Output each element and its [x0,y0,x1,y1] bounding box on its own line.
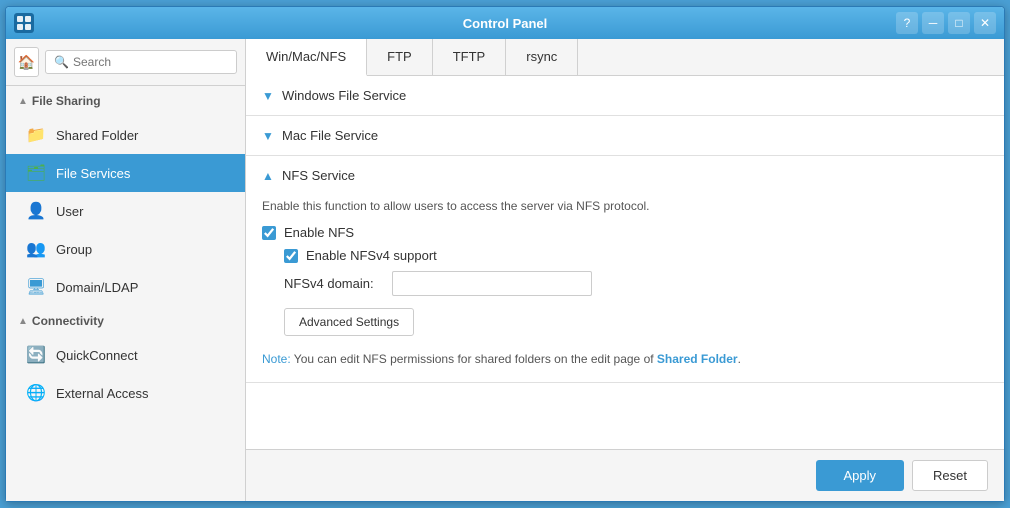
search-icon: 🔍 [54,55,69,69]
enable-nfsv4-label: Enable NFSv4 support [306,248,437,263]
enable-nfsv4-row: Enable NFSv4 support [284,248,988,263]
title-bar: Control Panel ? ─ □ ✕ [6,7,1004,39]
enable-nfsv4-checkbox[interactable] [284,249,298,263]
title-bar-controls: ? ─ □ ✕ [896,12,996,34]
file-sharing-section-header[interactable]: ▲ File Sharing [6,86,245,116]
enable-nfs-label: Enable NFS [284,225,354,240]
nfs-note: Note: You can edit NFS permissions for s… [262,352,988,366]
external-access-label: External Access [56,386,149,401]
note-body: You can edit NFS permissions for shared … [291,352,657,366]
apply-button[interactable]: Apply [816,460,905,491]
nfsv4-domain-label: NFSv4 domain: [284,276,384,291]
mac-file-service-header[interactable]: ▼ Mac File Service [246,116,1004,155]
file-sharing-chevron: ▲ [18,96,28,107]
enable-nfs-checkbox[interactable] [262,226,276,240]
tab-bar: Win/Mac/NFS FTP TFTP rsync [246,39,1004,76]
user-icon: 👤 [26,201,46,221]
windows-expand-icon: ▼ [262,89,276,103]
group-label: Group [56,242,92,257]
close-button[interactable]: ✕ [974,12,996,34]
title-bar-left [14,13,34,33]
quickconnect-label: QuickConnect [56,348,138,363]
sidebar-item-external-access[interactable]: 🌐 External Access [6,374,245,412]
domain-icon: 🖥 [26,277,46,297]
window-title: Control Panel [463,16,548,31]
nfs-service-header[interactable]: ▲ NFS Service [246,156,1004,195]
connectivity-chevron: ▲ [18,316,28,327]
note-label: Note: [262,352,291,366]
note-suffix: . [738,352,741,366]
sidebar-top: 🏠 🔍 [6,39,245,86]
sidebar-item-quickconnect[interactable]: 🔄 QuickConnect [6,336,245,374]
mac-file-service-section: ▼ Mac File Service [246,116,1004,156]
main-panel: Win/Mac/NFS FTP TFTP rsync ▼ Windows Fil… [246,39,1004,501]
nfs-service-title: NFS Service [282,168,355,183]
panel-content: ▼ Windows File Service ▼ Mac File Servic… [246,76,1004,449]
minimize-button[interactable]: ─ [922,12,944,34]
shared-folder-label: Shared Folder [56,128,138,143]
windows-file-service-section: ▼ Windows File Service [246,76,1004,116]
file-services-label: File Services [56,166,130,181]
file-sharing-label: File Sharing [32,94,101,108]
sidebar-item-domain-ldap[interactable]: 🖥 Domain/LDAP [6,268,245,306]
tab-ftp[interactable]: FTP [367,39,433,75]
user-label: User [56,204,83,219]
help-button[interactable]: ? [896,12,918,34]
tab-win-mac-nfs[interactable]: Win/Mac/NFS [246,39,367,76]
nfs-sub-options: Enable NFSv4 support [284,248,988,263]
nfs-service-section: ▲ NFS Service Enable this function to al… [246,156,1004,383]
shared-folder-link[interactable]: Shared Folder [657,352,738,366]
domain-label: Domain/LDAP [56,280,138,295]
tab-tftp[interactable]: TFTP [433,39,507,75]
maximize-button[interactable]: □ [948,12,970,34]
connectivity-label: Connectivity [32,314,104,328]
advanced-settings-button[interactable]: Advanced Settings [284,308,414,336]
control-panel-window: Control Panel ? ─ □ ✕ 🏠 🔍 ▲ File Sharing [5,6,1005,502]
footer: Apply Reset [246,449,1004,501]
file-services-icon: 🗂 [26,163,46,183]
folder-icon: 📁 [26,125,46,145]
nfsv4-domain-row: NFSv4 domain: [284,271,988,296]
connectivity-section-header[interactable]: ▲ Connectivity [6,306,245,336]
search-input[interactable] [73,55,228,69]
mac-expand-icon: ▼ [262,129,276,143]
sidebar-item-group[interactable]: 👥 Group [6,230,245,268]
mac-file-service-title: Mac File Service [282,128,378,143]
quickconnect-icon: 🔄 [26,345,46,365]
search-box: 🔍 [45,50,237,74]
sidebar-item-shared-folder[interactable]: 📁 Shared Folder [6,116,245,154]
nfs-expand-icon: ▲ [262,169,276,183]
windows-file-service-title: Windows File Service [282,88,406,103]
tab-rsync[interactable]: rsync [506,39,578,75]
nfsv4-domain-input[interactable] [392,271,592,296]
group-icon: 👥 [26,239,46,259]
nfs-service-body: Enable this function to allow users to a… [246,195,1004,382]
app-icon [14,13,34,33]
sidebar-item-file-services[interactable]: 🗂 File Services [6,154,245,192]
reset-button[interactable]: Reset [912,460,988,491]
nfs-description: Enable this function to allow users to a… [262,195,988,213]
external-access-icon: 🌐 [26,383,46,403]
sidebar-item-user[interactable]: 👤 User [6,192,245,230]
content-area: 🏠 🔍 ▲ File Sharing 📁 Shared Folder 🗂 Fil… [6,39,1004,501]
enable-nfs-row: Enable NFS [262,225,988,240]
sidebar: 🏠 🔍 ▲ File Sharing 📁 Shared Folder 🗂 Fil… [6,39,246,501]
home-button[interactable]: 🏠 [14,47,39,77]
windows-file-service-header[interactable]: ▼ Windows File Service [246,76,1004,115]
